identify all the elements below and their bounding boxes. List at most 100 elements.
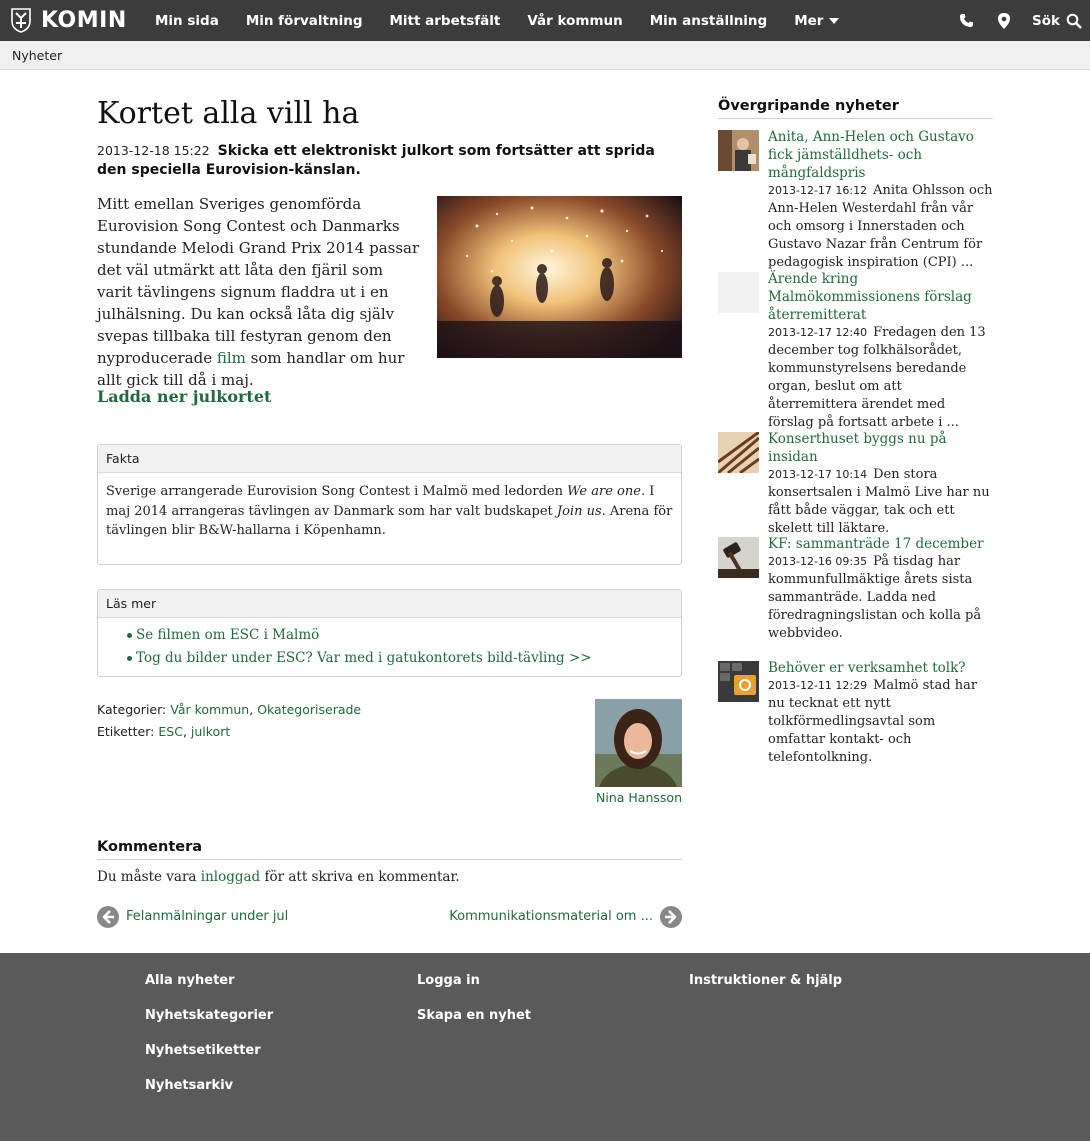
next-article-title[interactable]: Kommunikationsmaterial om ... [449,909,653,924]
body-text-part: Mitt emellan Sveriges genomförda Eurovis… [97,195,420,367]
read-more-link-photo-contest[interactable]: Tog du bilder under ESC? Var med i gatuk… [136,650,592,666]
news-summary: 2013-12-11 12:29 Malmö stad har nu teckna… [768,677,993,767]
news-title-link[interactable]: Ärende kring Malmökommissionens förslag … [768,270,993,324]
list-item: Ärende kring Malmökommissionens förslag … [718,270,993,430]
category-link[interactable]: Vår kommun [170,702,249,717]
article-body-text: Mitt emellan Sveriges genomförda Eurovis… [97,193,422,391]
article-title: Kortet alla vill ha [97,96,360,131]
author-block: Nina Hansson [595,698,682,809]
news-date: 2013-12-16 09:35 [768,555,868,568]
fakta-body: Sverige arrangerade Eurovision Song Cont… [98,473,681,564]
search-icon [1066,13,1082,29]
nav-min-sida[interactable]: Min sida [155,13,219,29]
footer-link-logga-in[interactable]: Logga in [417,973,531,1008]
article-meta: Kategorier: Vår kommun, Okategoriserade … [97,698,682,809]
fakta-box: Fakta Sverige arrangerade Eurovision Son… [97,444,682,565]
previous-article-title[interactable]: Felanmälningar under jul [126,909,288,924]
eurovision-stage-image [437,196,682,358]
fakta-emphasis: Join us [556,503,602,519]
login-link[interactable]: inloggad [201,869,260,885]
news-title-link[interactable]: Anita, Ann-Helen och Gustavo fick jämstä… [768,128,993,182]
list-item: KF: sammanträde 17 december 2013-12-16 0… [718,535,993,659]
read-more-link-film[interactable]: Se filmen om ESC i Malmö [136,627,319,643]
article: Kortet alla vill ha 2013-12-18 15:22 Skic… [97,96,682,932]
arrow-right-icon [660,905,682,928]
main-nav: Min sida Min förvaltning Mitt arbetsfält… [155,0,866,41]
footer-link-nyhetsetiketter[interactable]: Nyhetsetiketter [145,1043,273,1078]
news-summary: 2013-12-17 10:14 Den stora konsertsalen i… [768,466,993,538]
author-name-link[interactable]: Nina Hansson [596,790,682,805]
footer-link-nyhetskategorier[interactable]: Nyhetskategorier [145,1008,273,1043]
nav-min-forvaltning[interactable]: Min förvaltning [246,13,363,29]
news-summary: 2013-12-17 16:12 Anita Ohlsson och Ann-He… [768,182,993,272]
footer-column-account: Logga in Skapa en nyhet [417,973,531,1043]
phone-icon[interactable] [956,11,976,31]
logo-text: KOMIN [41,7,127,33]
list-item: Anita, Ann-Helen och Gustavo fick jämstä… [718,128,993,270]
search-label: Sök [1032,12,1060,29]
nav-mitt-arbetsfalt[interactable]: Mitt arbetsfält [390,13,501,29]
film-link[interactable]: film [217,349,246,367]
news-summary: 2013-12-16 09:35 På tisdag har kommunfull… [768,553,993,643]
footer-link-alla-nyheter[interactable]: Alla nyheter [145,973,273,1008]
comment-heading: Kommentera [97,839,682,860]
footer-link-instruktioner[interactable]: Instruktioner & hjälp [689,973,842,1008]
list-item: Se filmen om ESC i Malmö [106,624,673,647]
search-button[interactable]: Sök [1032,13,1082,29]
news-date: 2013-12-17 12:40 [768,326,868,339]
footer-link-skapa-nyhet[interactable]: Skapa en nyhet [417,1008,531,1043]
list-item: Konserthuset byggs nu på insidan 2013-12… [718,430,993,538]
next-article-link[interactable]: Kommunikationsmaterial om ... [449,905,682,928]
nav-min-anstallning[interactable]: Min anställning [650,13,767,29]
news-thumbnail[interactable] [718,130,759,171]
news-thumbnail-placeholder[interactable] [718,272,759,313]
news-title-link[interactable]: Konserthuset byggs nu på insidan [768,430,993,466]
city-crest-icon [10,7,32,33]
read-more-body: Se filmen om ESC i Malmö Tog du bilder u… [98,618,681,676]
previous-article-link[interactable]: Felanmälningar under jul [97,905,288,928]
read-more-box: Läs mer Se filmen om ESC i Malmö Tog du … [97,588,682,677]
comment-login-notice: Du måste vara inloggad för att skriva en… [97,869,682,885]
arrow-left-icon [97,905,119,928]
breadcrumb-bar: Nyheter [0,41,1090,70]
news-summary: 2013-12-17 12:40 Fredagen den 13 december… [768,324,993,432]
news-thumbnail[interactable] [718,661,759,702]
fakta-heading: Fakta [98,445,681,473]
news-date: 2013-12-17 10:14 [768,468,868,481]
nav-mer-label: Mer [794,12,824,29]
news-thumbnail[interactable] [718,432,759,473]
article-lead: 2013-12-18 15:22 Skicka ett elektroniskt … [97,141,682,180]
tag-link[interactable]: ESC [158,724,183,739]
sidebar-heading: Övergripande nyheter [718,98,993,119]
tags-label: Etiketter: [97,723,155,739]
news-thumbnail[interactable] [718,537,759,578]
read-more-list: Se filmen om ESC i Malmö Tog du bilder u… [106,624,673,670]
author-avatar[interactable] [595,698,682,787]
list-item: Behöver er verksamhet tolk? 2013-12-11 1… [718,659,993,765]
article-pager: Felanmälningar under jul Kommunikationsm… [97,905,682,932]
sidebar-news: Övergripande nyheter Anita, Ann-Helen oc… [718,98,993,765]
breadcrumb-nyheter[interactable]: Nyheter [12,48,62,63]
fakta-text: Sverige arrangerade Eurovision Song Cont… [106,484,568,499]
category-link[interactable]: Okategoriserade [257,702,361,717]
site-logo[interactable]: KOMIN [10,5,127,35]
footer-column-news: Alla nyheter Nyhetskategorier Nyhetsetik… [145,973,273,1113]
read-more-heading: Läs mer [98,589,681,618]
fakta-emphasis: We are one [567,484,641,499]
article-date: 2013-12-18 15:22 [97,143,210,158]
news-excerpt: Fredagen den 13 december tog folkhälsorå… [768,325,986,430]
top-navigation-bar: KOMIN Min sida Min förvaltning Mitt arbe… [0,0,1090,41]
location-pin-icon[interactable] [994,11,1014,31]
tag-link[interactable]: julkort [191,724,230,739]
news-title-link[interactable]: KF: sammanträde 17 december [768,535,993,553]
nav-var-kommun[interactable]: Vår kommun [527,13,622,29]
footer-link-nyhetsarkiv[interactable]: Nyhetsarkiv [145,1078,273,1113]
news-title-link[interactable]: Behöver er verksamhet tolk? [768,659,993,677]
separator: , [182,723,191,739]
nav-mer-dropdown[interactable]: Mer [794,12,840,29]
article-body: Mitt emellan Sveriges genomförda Eurovis… [97,193,682,389]
header-actions: Sök [956,0,1082,41]
comment-text-part: för att skriva en kommentar. [260,868,460,885]
news-date: 2013-12-11 12:29 [768,679,868,692]
list-item: Tog du bilder under ESC? Var med i gatuk… [106,647,673,670]
